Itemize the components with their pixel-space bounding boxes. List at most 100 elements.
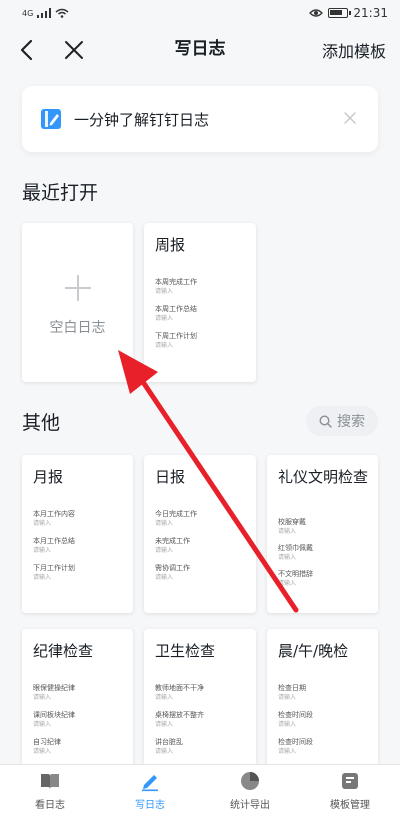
card-field: 检查时间段 请输入 [278, 710, 372, 729]
field-hint: 请输入 [278, 721, 297, 728]
field-label: 本周完成工作 [155, 278, 197, 286]
field-hint: 请输入 [33, 748, 52, 755]
field-hint: 请输入 [155, 547, 174, 554]
field-label: 教师地面不干净 [155, 684, 204, 692]
status-right: 21:31 [309, 6, 388, 20]
card-field: 未完成工作 请输入 [155, 536, 250, 555]
card-field: 不文明措辞 请输入 [278, 569, 372, 588]
field-hint: 请输入 [155, 748, 174, 755]
field-hint: 请输入 [155, 342, 174, 349]
card-field: 今日完成工作 请输入 [155, 509, 250, 528]
field-label: 红领巾佩戴 [278, 544, 313, 552]
card-title: 日报 [155, 468, 186, 486]
field-hint: 请输入 [33, 574, 52, 581]
template-card-weekly[interactable]: 周报 本周完成工作 请输入 本周工作总结 请输入 下周工作计划 请输入 [144, 223, 256, 382]
field-hint: 请输入 [33, 694, 52, 701]
search-button[interactable]: 搜索 [306, 406, 378, 436]
field-hint: 请输入 [155, 315, 174, 322]
wifi-icon [55, 8, 69, 18]
card-field: 红领巾佩戴 请输入 [278, 543, 372, 562]
card-title: 卫生检查 [155, 642, 216, 660]
field-label: 校服穿戴 [278, 518, 306, 526]
field-label: 检查时间段 [278, 738, 313, 746]
template-card-morning-check[interactable]: 晨/午/晚检 检查日期 请输入 检查时间段 请输入 检查时间段 请输入 [267, 629, 378, 769]
card-title: 月报 [33, 468, 64, 486]
eye-icon [309, 9, 324, 17]
status-left: 4G [22, 8, 69, 18]
field-hint: 请输入 [278, 580, 297, 587]
title-bar: 写日志 添加模板 [0, 26, 400, 74]
field-label: 需协调工作 [155, 564, 190, 572]
card-field: 课间板块纪律 请输入 [33, 710, 127, 729]
battery-icon [328, 8, 352, 18]
field-label: 下月工作计划 [33, 564, 75, 572]
clock: 21:31 [353, 6, 388, 20]
template-card-discipline[interactable]: 纪律检查 眼保健操纪律 请输入 课间板块纪律 请输入 自习纪律 请输入 [22, 629, 133, 769]
card-title: 礼仪文明检查 [278, 468, 369, 486]
card-field: 检查日期 请输入 [278, 683, 372, 702]
card-field: 校服穿戴 请输入 [278, 517, 372, 536]
tab-label: 统计导出 [230, 800, 270, 811]
field-hint: 请输入 [33, 547, 52, 554]
field-hint: 请输入 [278, 748, 297, 755]
field-hint: 请输入 [278, 528, 297, 535]
card-field: 眼保健操纪律 请输入 [33, 683, 127, 702]
template-card-hygiene[interactable]: 卫生检查 教师地面不干净 请输入 桌椅摆放不整齐 请输入 讲台脏乱 请输入 [144, 629, 256, 769]
tab-label: 写日志 [135, 800, 165, 811]
card-field: 需协调工作 请输入 [155, 563, 250, 582]
field-label: 本月工作总结 [33, 537, 75, 545]
template-card-monthly[interactable]: 月报 本月工作内容 请输入 本月工作总结 请输入 下月工作计划 请输入 [22, 455, 133, 613]
template-icon [342, 773, 358, 789]
field-label: 检查时间段 [278, 711, 313, 719]
recent-section-title: 最近打开 [22, 182, 99, 204]
field-label: 自习纪律 [33, 738, 61, 746]
field-label: 检查日期 [278, 684, 306, 692]
tab-label: 模板管理 [330, 800, 370, 811]
add-template-button[interactable]: 添加模板 [322, 38, 386, 62]
tab-label: 看日志 [35, 800, 65, 811]
search-label: 搜索 [337, 414, 365, 430]
pen-icon [142, 775, 158, 792]
template-card-daily[interactable]: 日报 今日完成工作 请输入 未完成工作 请输入 需协调工作 请输入 [144, 455, 256, 613]
field-hint: 请输入 [33, 721, 52, 728]
tip-text: 一分钟了解钉钉日志 [74, 110, 210, 129]
field-label: 讲台脏乱 [155, 738, 183, 746]
field-label: 眼保健操纪律 [33, 684, 75, 692]
card-field: 本周完成工作 请输入 [155, 277, 250, 296]
pie-chart-icon [241, 772, 259, 790]
bottom-tab-bar: 看日志 写日志 统计导出 模板管理 [0, 764, 400, 816]
card-field: 下月工作计划 请输入 [33, 563, 127, 582]
card-field: 自习纪律 请输入 [33, 737, 127, 756]
others-section-title: 其他 [22, 412, 61, 434]
card-field: 教师地面不干净 请输入 [155, 683, 250, 702]
field-hint: 请输入 [155, 721, 174, 728]
status-bar: 4G 21:31 [0, 0, 400, 26]
card-field: 下周工作计划 请输入 [155, 331, 250, 350]
card-title: 周报 [155, 236, 186, 254]
plus-icon [65, 275, 91, 301]
tip-close-button[interactable] [340, 108, 360, 128]
tip-banner[interactable]: 一分钟了解钉钉日志 [22, 86, 378, 152]
field-label: 今日完成工作 [155, 510, 197, 518]
card-title: 纪律检查 [33, 642, 94, 660]
card-field: 讲台脏乱 请输入 [155, 737, 250, 756]
field-label: 下周工作计划 [155, 332, 197, 340]
template-card-etiquette[interactable]: 礼仪文明检查 校服穿戴 请输入 红领巾佩戴 请输入 不文明措辞 请输入 [267, 455, 378, 613]
field-hint: 请输入 [278, 694, 297, 701]
tab-statistics-export[interactable]: 统计导出 [200, 765, 300, 816]
signal-icon [37, 8, 52, 18]
card-field: 本周工作总结 请输入 [155, 304, 250, 323]
field-hint: 请输入 [155, 574, 174, 581]
field-label: 桌椅摆放不整齐 [155, 711, 204, 719]
field-label: 本周工作总结 [155, 305, 197, 313]
field-label: 本月工作内容 [33, 510, 75, 518]
tab-view-logs[interactable]: 看日志 [0, 765, 100, 816]
search-icon [319, 414, 332, 428]
card-field: 桌椅摆放不整齐 请输入 [155, 710, 250, 729]
tab-template-management[interactable]: 模板管理 [300, 765, 400, 816]
card-field: 本月工作内容 请输入 [33, 509, 127, 528]
blank-log-card[interactable]: 空白日志 [22, 223, 133, 382]
tab-write-log[interactable]: 写日志 [100, 765, 200, 816]
field-hint: 请输入 [33, 520, 52, 527]
network-label: 4G [22, 8, 34, 18]
